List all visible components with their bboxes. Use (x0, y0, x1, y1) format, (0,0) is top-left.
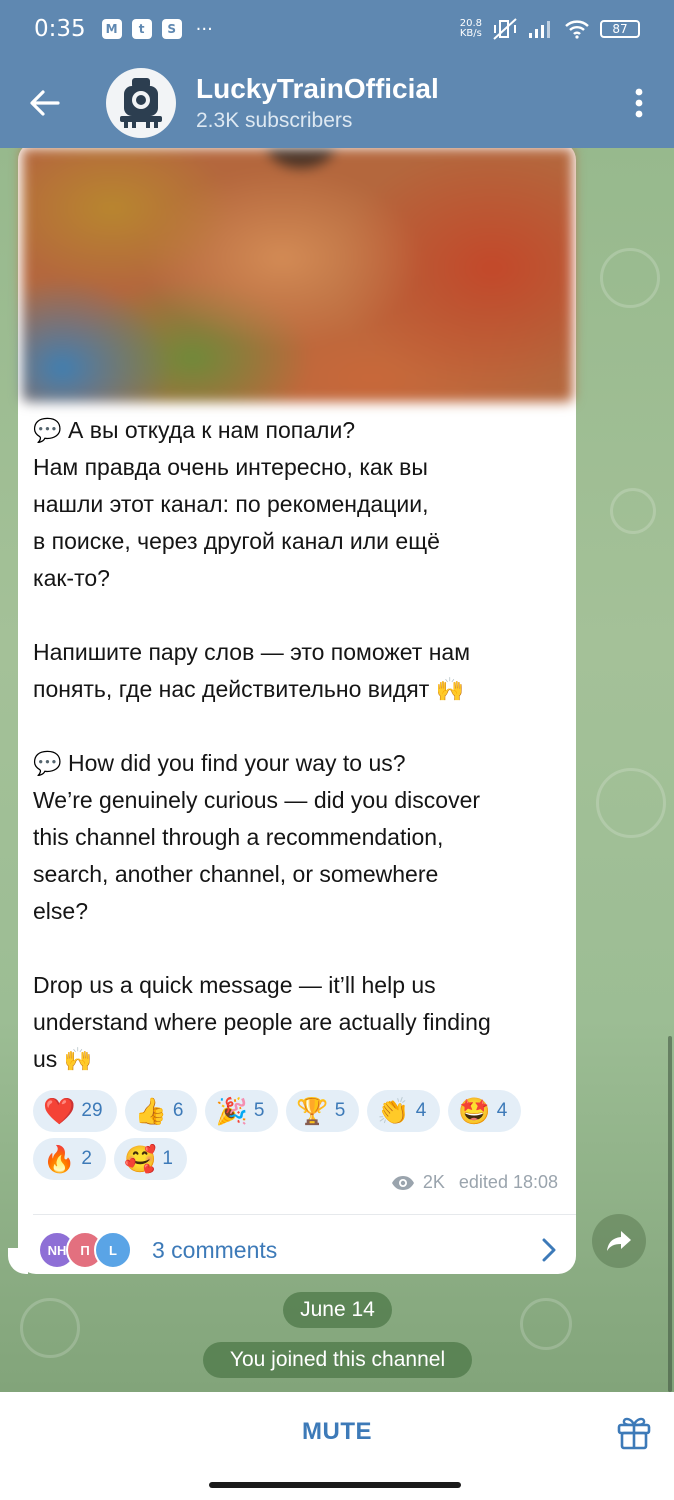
notification-app-icon: M (101, 19, 122, 39)
navigation-area (0, 1472, 674, 1500)
reaction-count: 2 (81, 1148, 92, 1169)
edited-time: edited 18:08 (458, 1172, 558, 1192)
reaction-count: 1 (162, 1148, 173, 1169)
subscriber-count: 2.3K subscribers (196, 109, 353, 132)
gift-button[interactable] (616, 1414, 652, 1450)
home-indicator[interactable] (209, 1482, 461, 1488)
notification-app-icon: S (161, 19, 182, 39)
post-meta: 2K edited 18:08 (391, 1172, 558, 1193)
reaction-hearts-face[interactable]: 🥰 1 (113, 1138, 187, 1180)
reaction-party[interactable]: 🎉 5 (205, 1090, 279, 1132)
reaction-trophy[interactable]: 🏆 5 (286, 1090, 360, 1132)
paragraph-ru-question: 💬 А вы откуда к нам попали? Нам правда о… (33, 412, 573, 597)
reaction-count: 4 (496, 1100, 508, 1121)
background-doodle (20, 1298, 80, 1358)
back-arrow-icon (30, 90, 60, 116)
wifi-icon (565, 20, 589, 39)
network-speed: 20.8 KB/s (460, 19, 482, 39)
smiling-hearts-emoji: 🥰 (123, 1143, 157, 1174)
paragraph-en-request: Drop us a quick message — it’ll help us … (33, 967, 573, 1078)
speech-bubble-emoji: 💬 (33, 417, 62, 443)
twitter-icon: t (131, 19, 152, 39)
background-doodle (520, 1298, 572, 1350)
mute-button[interactable]: MUTE (302, 1418, 372, 1446)
views-eye-icon (391, 1175, 414, 1190)
reaction-count: 29 (81, 1100, 103, 1121)
reaction-count: 5 (334, 1100, 346, 1121)
paragraph-text: Напишите пару слов — это поможет нам пон… (33, 639, 471, 702)
divider (33, 1214, 576, 1215)
network-speed-unit: KB/s (459, 28, 482, 39)
chat-header: LuckyTrainOfficial 2.3K subscribers (0, 58, 674, 148)
chevron-right-icon (542, 1238, 556, 1262)
paragraph-text: How did you find your way to us? We’re g… (33, 750, 481, 924)
party-popper-emoji: 🎉 (215, 1095, 248, 1126)
status-time: 0:35 (34, 16, 86, 42)
date-separator: June 14 (283, 1292, 392, 1328)
paragraph-text: Drop us a quick message — it’ll help us … (33, 972, 491, 1072)
comments-button[interactable]: NH П L 3 comments (38, 1222, 576, 1278)
background-doodle (600, 248, 660, 308)
channel-title: LuckyTrainOfficial (196, 73, 439, 104)
raised-hands-emoji: 🙌 (435, 676, 465, 702)
status-indicators: 20.8 KB/s 87 (460, 17, 640, 41)
fire-emoji: 🔥 (43, 1143, 76, 1174)
commenter-avatars: NH П L (38, 1231, 132, 1269)
signal-icon (529, 21, 550, 38)
background-doodle (610, 488, 656, 534)
speech-bubble-emoji: 💬 (33, 750, 62, 776)
share-arrow-icon (607, 1231, 631, 1251)
clapping-hands-emoji: 👏 (377, 1095, 410, 1126)
paragraph-ru-request: Напишите пару слов — это поможет нам пон… (33, 634, 573, 708)
channel-avatar[interactable] (106, 68, 176, 138)
view-count: 2K (422, 1172, 445, 1192)
more-notifications-icon: ··· (195, 18, 213, 40)
gift-icon (617, 1417, 651, 1450)
image-detail (266, 148, 336, 168)
train-logo-icon (112, 74, 170, 132)
background-doodle (596, 768, 666, 838)
reaction-count: 5 (253, 1100, 265, 1121)
reaction-row: ❤️ 29 👍 6 🎉 5 🏆 5 👏 4 🤩 4 (33, 1090, 553, 1132)
thumbs-up-emoji: 👍 (134, 1095, 167, 1126)
paragraph-en-question: 💬 How did you find your way to us? We’re… (33, 745, 573, 930)
reaction-clap[interactable]: 👏 4 (367, 1090, 441, 1132)
paragraph-text: А вы откуда к нам попали? Нам правда оче… (33, 417, 440, 591)
post-text: 💬 А вы откуда к нам попали? Нам правда о… (33, 412, 573, 1078)
reaction-count: 4 (415, 1100, 427, 1121)
comments-label: 3 comments (152, 1236, 278, 1263)
reaction-heart[interactable]: ❤️ 29 (33, 1090, 117, 1132)
reaction-star-struck[interactable]: 🤩 4 (448, 1090, 522, 1132)
status-app-icons: M t S ··· (101, 18, 213, 40)
mute-vibrate-icon (493, 18, 517, 40)
scrollbar[interactable] (668, 1036, 672, 1392)
post-image[interactable] (22, 148, 573, 402)
status-bar: 0:35 M t S ··· 20.8 KB/s 87 (0, 0, 674, 58)
star-struck-emoji: 🤩 (458, 1095, 491, 1126)
back-button[interactable] (0, 58, 90, 148)
share-button[interactable] (592, 1214, 646, 1268)
raised-hands-emoji: 🙌 (63, 1046, 93, 1072)
reaction-fire[interactable]: 🔥 2 (33, 1138, 106, 1180)
channel-info[interactable]: LuckyTrainOfficial 2.3K subscribers (196, 73, 439, 133)
bottom-bar: MUTE (0, 1392, 674, 1472)
kebab-menu-icon (635, 88, 643, 118)
service-message-joined: You joined this channel (203, 1342, 472, 1378)
heart-emoji: ❤️ (43, 1095, 76, 1126)
reaction-thumbs-up[interactable]: 👍 6 (124, 1090, 198, 1132)
more-options-button[interactable] (604, 58, 674, 148)
trophy-emoji: 🏆 (296, 1095, 329, 1126)
battery-indicator: 87 (600, 20, 640, 38)
channel-post[interactable]: 💬 А вы откуда к нам попали? Нам правда о… (18, 148, 576, 1274)
chat-history[interactable]: 💬 А вы откуда к нам попали? Нам правда о… (0, 148, 674, 1392)
reaction-count: 6 (172, 1100, 184, 1121)
commenter-avatar: L (94, 1231, 132, 1269)
